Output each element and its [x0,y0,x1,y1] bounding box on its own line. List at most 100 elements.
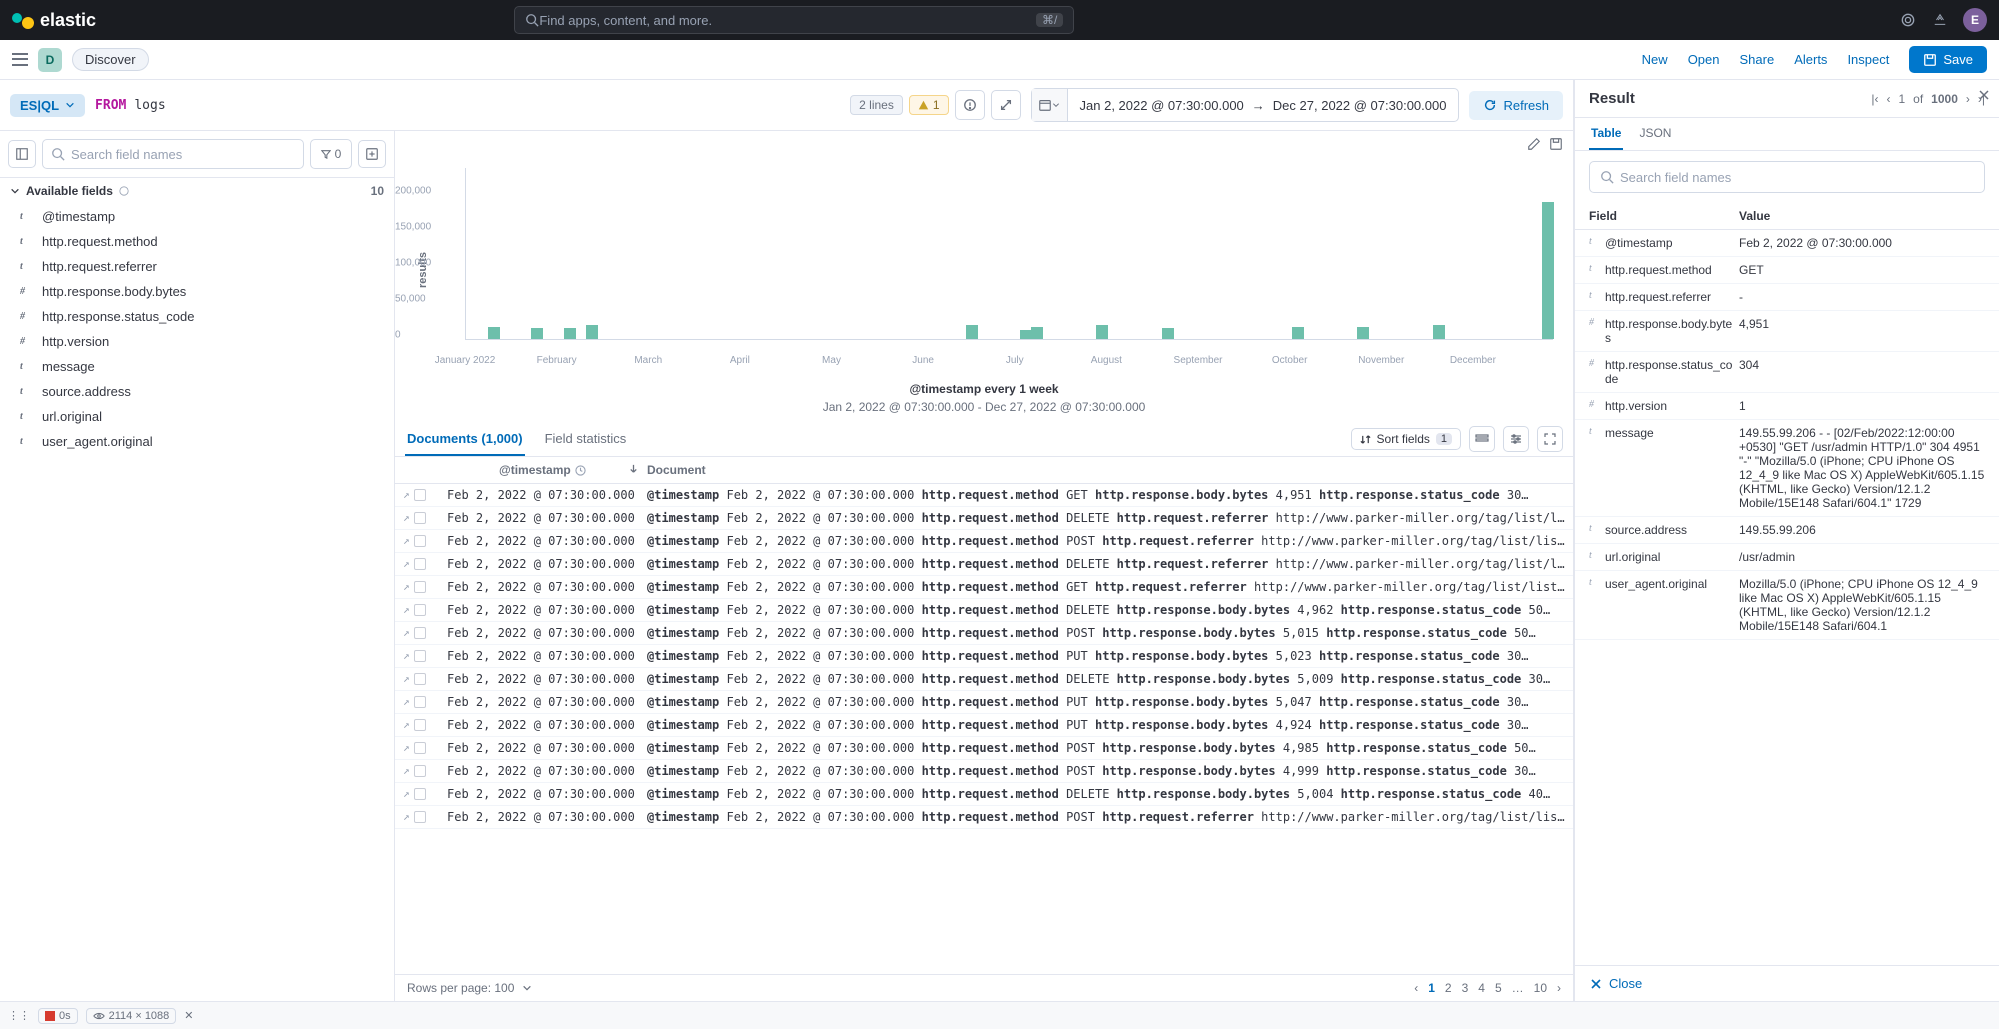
expand-row-icon[interactable]: ↗ [403,718,410,731]
flyout-field-row[interactable]: tuser_agent.originalMozilla/5.0 (iPhone;… [1575,571,1999,640]
expand-row-icon[interactable]: ↗ [403,511,410,524]
expand-row-icon[interactable]: ↗ [403,672,410,685]
header-inspect[interactable]: Inspect [1847,52,1889,67]
histogram-bar[interactable] [1096,325,1108,339]
table-row[interactable]: ↗Feb 2, 2022 @ 07:30:00.000@timestamp Fe… [395,553,1573,576]
field-item[interactable]: thttp.request.method [0,229,394,254]
page-number[interactable]: 5 [1495,981,1502,995]
flyout-tab-json[interactable]: JSON [1637,118,1673,150]
drag-handle-icon[interactable]: ⋮⋮ [8,1009,30,1022]
expand-row-icon[interactable]: ↗ [403,764,410,777]
user-avatar[interactable]: E [1963,8,1987,32]
edit-chart-button[interactable] [1527,137,1541,154]
help-icon[interactable] [1899,11,1917,29]
query-language-selector[interactable]: ES|QL [10,94,85,117]
tab-documents[interactable]: Documents (1,000) [405,423,525,456]
row-checkbox[interactable] [414,604,426,616]
fullscreen-button[interactable] [1537,426,1563,452]
expand-row-icon[interactable]: ↗ [403,534,410,547]
save-chart-button[interactable] [1549,137,1563,154]
row-checkbox[interactable] [414,650,426,662]
newsfeed-icon[interactable] [1931,11,1949,29]
calendar-icon[interactable] [1032,89,1068,121]
histogram-bar[interactable] [1162,328,1174,339]
page-prev[interactable]: ‹ [1414,981,1418,995]
histogram-bar[interactable] [586,325,598,339]
field-item[interactable]: #http.version [0,329,394,354]
histogram-bar[interactable] [531,328,543,339]
menu-icon[interactable] [12,52,28,68]
table-row[interactable]: ↗Feb 2, 2022 @ 07:30:00.000@timestamp Fe… [395,576,1573,599]
table-row[interactable]: ↗Feb 2, 2022 @ 07:30:00.000@timestamp Fe… [395,599,1573,622]
sort-desc-icon[interactable] [628,463,639,477]
expand-row-icon[interactable]: ↗ [403,580,410,593]
expand-row-icon[interactable]: ↗ [403,787,410,800]
field-item[interactable]: thttp.request.referrer [0,254,394,279]
histogram-chart[interactable]: results 050,000100,000150,000200,000Janu… [395,160,1573,380]
row-checkbox[interactable] [414,512,426,524]
refresh-button[interactable]: Refresh [1469,91,1563,120]
expand-row-icon[interactable]: ↗ [403,649,410,662]
expand-row-icon[interactable]: ↗ [403,557,410,570]
row-checkbox[interactable] [414,535,426,547]
field-filter-button[interactable]: 0 [310,139,352,169]
expand-row-icon[interactable]: ↗ [403,810,410,823]
header-alerts[interactable]: Alerts [1794,52,1827,67]
flyout-field-row[interactable]: tmessage149.55.99.206 - - [02/Feb/2022:1… [1575,420,1999,517]
table-row[interactable]: ↗Feb 2, 2022 @ 07:30:00.000@timestamp Fe… [395,530,1573,553]
expand-row-icon[interactable]: ↗ [403,603,410,616]
display-options-button[interactable] [1469,426,1495,452]
flyout-field-row[interactable]: #http.response.status_code304 [1575,352,1999,393]
flyout-tab-table[interactable]: Table [1589,118,1623,150]
app-badge[interactable]: D [38,48,62,72]
row-checkbox[interactable] [414,489,426,501]
expand-row-icon[interactable]: ↗ [403,695,410,708]
tab-field-stats[interactable]: Field statistics [543,423,629,456]
row-checkbox[interactable] [414,788,426,800]
field-item[interactable]: tuser_agent.original [0,429,394,454]
global-search-input[interactable]: Find apps, content, and more. ⌘/ [514,6,1074,34]
histogram-bar[interactable] [966,325,978,339]
close-icon[interactable] [1977,88,1991,105]
recording-indicator[interactable]: 0s [38,1008,78,1024]
date-picker[interactable]: Jan 2, 2022 @ 07:30:00.000 → Dec 27, 202… [1031,88,1460,122]
rows-per-page[interactable]: Rows per page: 100 [407,981,514,995]
flyout-field-row[interactable]: #http.response.body.bytes4,951 [1575,311,1999,352]
page-first[interactable]: |‹ [1871,92,1878,106]
save-button[interactable]: Save [1909,46,1987,73]
histogram-bar[interactable] [488,327,500,339]
table-row[interactable]: ↗Feb 2, 2022 @ 07:30:00.000@timestamp Fe… [395,691,1573,714]
flyout-field-row[interactable]: thttp.request.methodGET [1575,257,1999,284]
histogram-bar[interactable] [1031,327,1043,339]
flyout-field-row[interactable]: turl.original/usr/admin [1575,544,1999,571]
flyout-field-row[interactable]: t@timestampFeb 2, 2022 @ 07:30:00.000 [1575,230,1999,257]
row-checkbox[interactable] [414,742,426,754]
header-open[interactable]: Open [1688,52,1720,67]
table-row[interactable]: ↗Feb 2, 2022 @ 07:30:00.000@timestamp Fe… [395,737,1573,760]
page-next[interactable]: › [1966,92,1970,106]
table-row[interactable]: ↗Feb 2, 2022 @ 07:30:00.000@timestamp Fe… [395,645,1573,668]
header-share[interactable]: Share [1740,52,1775,67]
flyout-field-search[interactable]: Search field names [1589,161,1985,193]
page-prev[interactable]: ‹ [1886,92,1890,106]
table-row[interactable]: ↗Feb 2, 2022 @ 07:30:00.000@timestamp Fe… [395,484,1573,507]
field-item[interactable]: #http.response.status_code [0,304,394,329]
row-checkbox[interactable] [414,719,426,731]
page-number[interactable]: 2 [1445,981,1452,995]
table-row[interactable]: ↗Feb 2, 2022 @ 07:30:00.000@timestamp Fe… [395,760,1573,783]
histogram-bar[interactable] [564,328,576,339]
row-checkbox[interactable] [414,673,426,685]
flyout-field-row[interactable]: #http.version1 [1575,393,1999,420]
table-row[interactable]: ↗Feb 2, 2022 @ 07:30:00.000@timestamp Fe… [395,714,1573,737]
page-number[interactable]: 4 [1478,981,1485,995]
table-row[interactable]: ↗Feb 2, 2022 @ 07:30:00.000@timestamp Fe… [395,622,1573,645]
page-number[interactable]: … [1512,981,1524,995]
flyout-close-button[interactable]: Close [1575,965,1999,1001]
field-item[interactable]: tsource.address [0,379,394,404]
field-item[interactable]: tmessage [0,354,394,379]
header-new[interactable]: New [1642,52,1668,67]
warnings-badge[interactable]: 1 [909,95,949,115]
expand-row-icon[interactable]: ↗ [403,626,410,639]
flyout-field-row[interactable]: tsource.address149.55.99.206 [1575,517,1999,544]
sort-fields-button[interactable]: Sort fields 1 [1351,428,1461,450]
